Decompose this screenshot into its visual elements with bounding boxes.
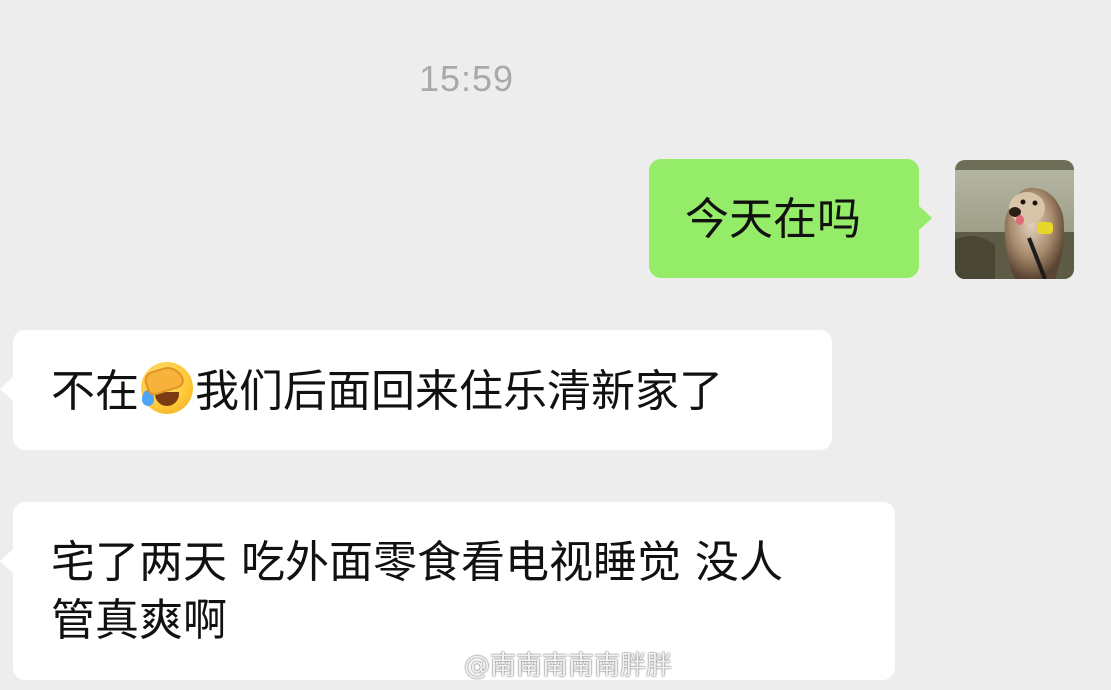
message-text: 我们后面回来住乐清新家了 [195, 366, 723, 417]
face-palm-crying-emoji-icon [141, 362, 193, 414]
user-avatar[interactable] [955, 160, 1074, 279]
message-text: 不在 [51, 366, 139, 417]
watermark-text: @南南南南南胖胖 [464, 651, 673, 681]
message-text-line: 管真爽啊 [51, 595, 227, 646]
watermark: @南南南南南胖胖 [416, 645, 672, 682]
dog-photo-icon [955, 160, 1074, 279]
message-text: 今天在吗 [685, 194, 861, 245]
message-text-line: 宅了两天 吃外面零食看电视睡觉 没人 [51, 537, 783, 588]
incoming-message-bubble[interactable]: 不在 我们后面回来住乐清新家了 [0, 330, 832, 450]
message-timestamp: 15:59 [418, 58, 515, 99]
weibo-logo-icon [417, 652, 455, 679]
outgoing-message-bubble[interactable]: 今天在吗 [649, 159, 932, 278]
